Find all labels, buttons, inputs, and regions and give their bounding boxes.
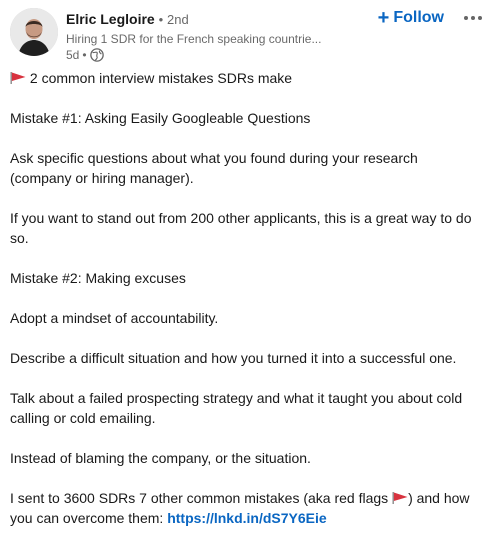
paragraph-9-start: I sent to 3600 SDRs 7 other common mista… — [10, 490, 393, 506]
paragraph-3: If you want to stand out from 200 other … — [10, 210, 472, 246]
post-link[interactable]: https://lnkd.in/dS7Y6Eie — [167, 510, 326, 526]
post-title-line: 2 common interview mistakes SDRs make — [10, 68, 480, 88]
actor-info: Elric Legloire • 2nd Hiring 1 SDR for th… — [66, 10, 366, 63]
paragraph-6: Describe a difficult situation and how y… — [10, 350, 457, 366]
post-title: 2 common interview mistakes SDRs make — [29, 70, 293, 86]
red-flag-icon — [10, 69, 26, 84]
globe-icon — [89, 48, 104, 62]
post-text: 2 common interview mistakes SDRs make Mi… — [10, 68, 480, 548]
mistake-2-heading: Mistake #2: Making excuses — [10, 270, 186, 286]
red-flag-icon — [392, 489, 408, 504]
paragraph-7: Talk about a failed prospecting strategy… — [10, 390, 463, 426]
post-meta: 5d • — [66, 47, 366, 63]
connection-degree: 2nd — [167, 12, 189, 27]
degree-separator: • — [158, 12, 164, 27]
mistake-1-heading: Mistake #1: Asking Easily Googleable Que… — [10, 110, 311, 126]
follow-label: Follow — [393, 9, 444, 26]
author-name[interactable]: Elric Legloire — [66, 11, 155, 27]
meta-separator: • — [82, 48, 87, 62]
paragraph-2: Ask specific questions about what you fo… — [10, 150, 418, 186]
author-headline[interactable]: Hiring 1 SDR for the French speaking cou… — [66, 31, 341, 47]
post-header: Elric Legloire • 2nd Hiring 1 SDR for th… — [10, 8, 486, 64]
feed-post: Elric Legloire • 2nd Hiring 1 SDR for th… — [0, 0, 496, 551]
avatar-photo — [10, 8, 58, 56]
post-timestamp: 5d — [66, 48, 80, 62]
follow-button[interactable]: + Follow — [378, 8, 444, 28]
avatar[interactable] — [10, 8, 58, 56]
paragraph-9: I sent to 3600 SDRs 7 other common mista… — [10, 488, 480, 528]
paragraph-5: Adopt a mindset of accountability. — [10, 310, 219, 326]
plus-icon: + — [377, 7, 390, 29]
name-line: Elric Legloire • 2nd — [66, 10, 366, 29]
paragraph-8: Instead of blaming the company, or the s… — [10, 450, 311, 466]
ellipsis-icon[interactable] — [460, 10, 486, 26]
